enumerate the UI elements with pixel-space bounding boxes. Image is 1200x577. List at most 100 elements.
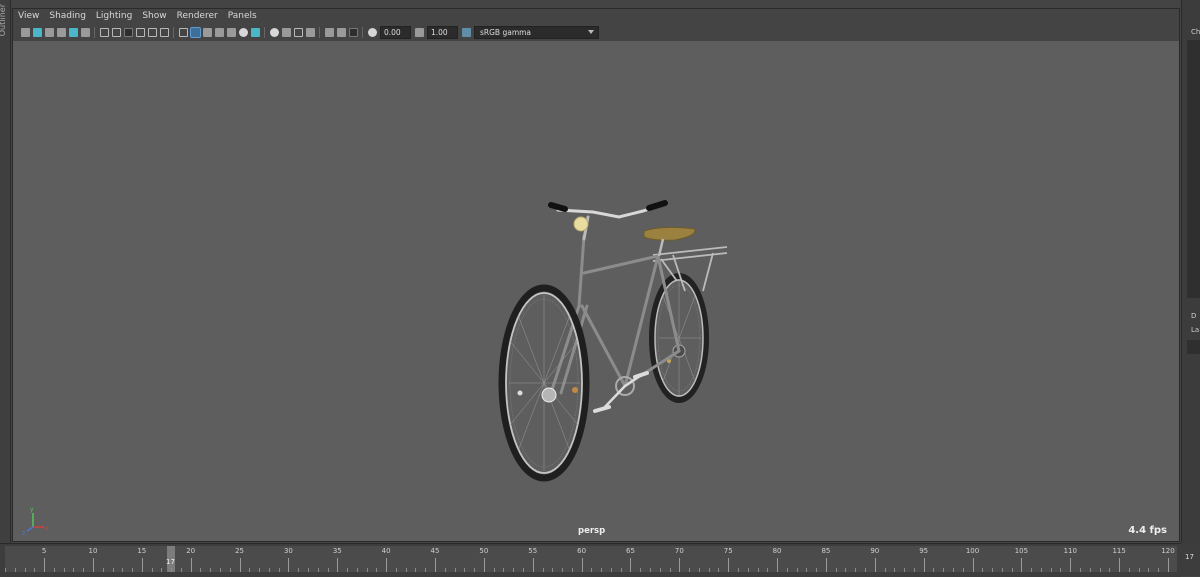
select-camera-icon[interactable] [20, 28, 30, 37]
minor-tick [249, 568, 251, 572]
grid-icon[interactable] [68, 28, 78, 37]
motion-blur-icon[interactable] [281, 28, 291, 37]
anti-aliasing-icon[interactable] [293, 28, 303, 37]
current-frame-field[interactable]: 17 [1181, 543, 1200, 576]
current-frame-value: 17 [1185, 553, 1194, 561]
default-material-icon[interactable] [202, 28, 212, 37]
layer-row[interactable] [1187, 340, 1200, 354]
panel-toolbar: 0.00 1.00 sRGB gamma [13, 24, 1179, 41]
3d-viewport[interactable]: y x z persp 4.4 fps [13, 41, 1179, 541]
gate-mask-icon[interactable] [123, 28, 133, 37]
major-tick [141, 558, 143, 572]
toolbar-separator [362, 27, 363, 38]
minor-tick [845, 568, 847, 572]
major-tick [825, 558, 827, 572]
minor-tick [1128, 568, 1130, 572]
minor-tick [425, 568, 427, 572]
display-tab-label[interactable]: D [1191, 312, 1196, 320]
minor-tick [210, 568, 212, 572]
gamma-icon[interactable] [414, 28, 424, 37]
minor-tick [122, 568, 124, 572]
outliner-label[interactable]: Outliner [0, 4, 10, 36]
wireframe-icon[interactable] [178, 28, 188, 37]
layer-menu-label[interactable]: La [1191, 326, 1199, 334]
axis-z-label: z [22, 530, 25, 537]
headlamp [573, 216, 589, 232]
safe-action-icon[interactable] [147, 28, 157, 37]
minor-tick [366, 568, 368, 572]
bicycle-model[interactable]: y x z [13, 41, 1179, 541]
xray-joints-icon[interactable] [348, 28, 358, 37]
tick-label: 70 [674, 547, 684, 555]
major-tick [923, 558, 925, 572]
time-slider[interactable]: 5 10 15 20 25 30 35 40 45 50 55 60 65 70 75 80 85 90 95 100… [0, 543, 1181, 577]
bookmarks-icon[interactable] [44, 28, 54, 37]
minor-tick [1080, 568, 1082, 572]
xray-icon[interactable] [336, 28, 346, 37]
field-chart-icon[interactable] [135, 28, 145, 37]
smooth-shade-icon[interactable] [189, 27, 201, 38]
depth-of-field-icon[interactable] [305, 28, 315, 37]
minor-tick [5, 568, 6, 572]
textured-icon[interactable] [226, 28, 236, 37]
minor-tick [786, 568, 788, 572]
tick-label: 95 [919, 547, 929, 555]
tick-label: 15 [137, 547, 147, 555]
exposure-field[interactable]: 0.00 [380, 26, 411, 39]
time-ruler[interactable]: 5 10 15 20 25 30 35 40 45 50 55 60 65 70 75 80 85 90 95 100… [5, 546, 1177, 572]
front-wheel [498, 284, 590, 482]
resolution-gate-icon[interactable] [111, 28, 121, 37]
axis-y-label: y [30, 506, 34, 513]
minor-tick [562, 568, 564, 572]
chevron-down-icon [588, 30, 594, 34]
toolbar-separator [173, 27, 174, 38]
menu-panels[interactable]: Panels [223, 9, 262, 24]
major-tick [483, 558, 485, 572]
minor-tick [513, 568, 515, 572]
minor-tick [952, 568, 954, 572]
minor-tick [1040, 568, 1042, 572]
channel-box-tab-label[interactable]: Ch [1191, 28, 1200, 36]
shadows-icon[interactable] [250, 28, 260, 37]
film-gate-icon[interactable] [99, 28, 109, 37]
menu-view[interactable]: View [13, 9, 44, 24]
toolbar-separator [319, 27, 320, 38]
menu-renderer[interactable]: Renderer [172, 9, 223, 24]
view-transform-dropdown[interactable]: sRGB gamma [474, 26, 599, 39]
channel-box-area[interactable] [1187, 40, 1200, 298]
major-tick [435, 558, 437, 572]
tick-label: 60 [577, 547, 587, 555]
exposure-icon[interactable] [367, 28, 377, 37]
minor-tick [317, 568, 319, 572]
minor-tick [1001, 568, 1003, 572]
camera-attributes-icon[interactable] [32, 28, 42, 37]
image-plane-icon[interactable] [56, 28, 66, 37]
current-frame-label: 17 [166, 558, 175, 566]
safe-title-icon[interactable] [159, 28, 169, 37]
minor-tick [307, 568, 309, 572]
saddle [643, 226, 696, 241]
tick-label: 25 [235, 547, 245, 555]
gamma-field[interactable]: 1.00 [427, 26, 458, 39]
minor-tick [816, 568, 818, 572]
ambient-occlusion-icon[interactable] [269, 28, 279, 37]
pan-zoom-icon[interactable] [80, 28, 90, 37]
menu-show[interactable]: Show [137, 9, 171, 24]
minor-tick [14, 568, 16, 572]
major-tick [581, 558, 583, 572]
minor-tick [982, 568, 984, 572]
use-all-lights-icon[interactable] [238, 28, 248, 37]
minor-tick [444, 568, 446, 572]
menu-shading[interactable]: Shading [44, 9, 91, 24]
major-tick [1070, 558, 1072, 572]
isolate-select-icon[interactable] [324, 28, 334, 37]
wireframe-on-shaded-icon[interactable] [214, 28, 224, 37]
color-management-icon[interactable] [461, 28, 471, 37]
minor-tick [1050, 568, 1052, 572]
menu-lighting[interactable]: Lighting [91, 9, 137, 24]
minor-tick [83, 568, 85, 572]
minor-tick [493, 568, 495, 572]
minor-tick [395, 568, 397, 572]
toolbar-separator [264, 27, 265, 38]
major-tick [239, 558, 241, 572]
